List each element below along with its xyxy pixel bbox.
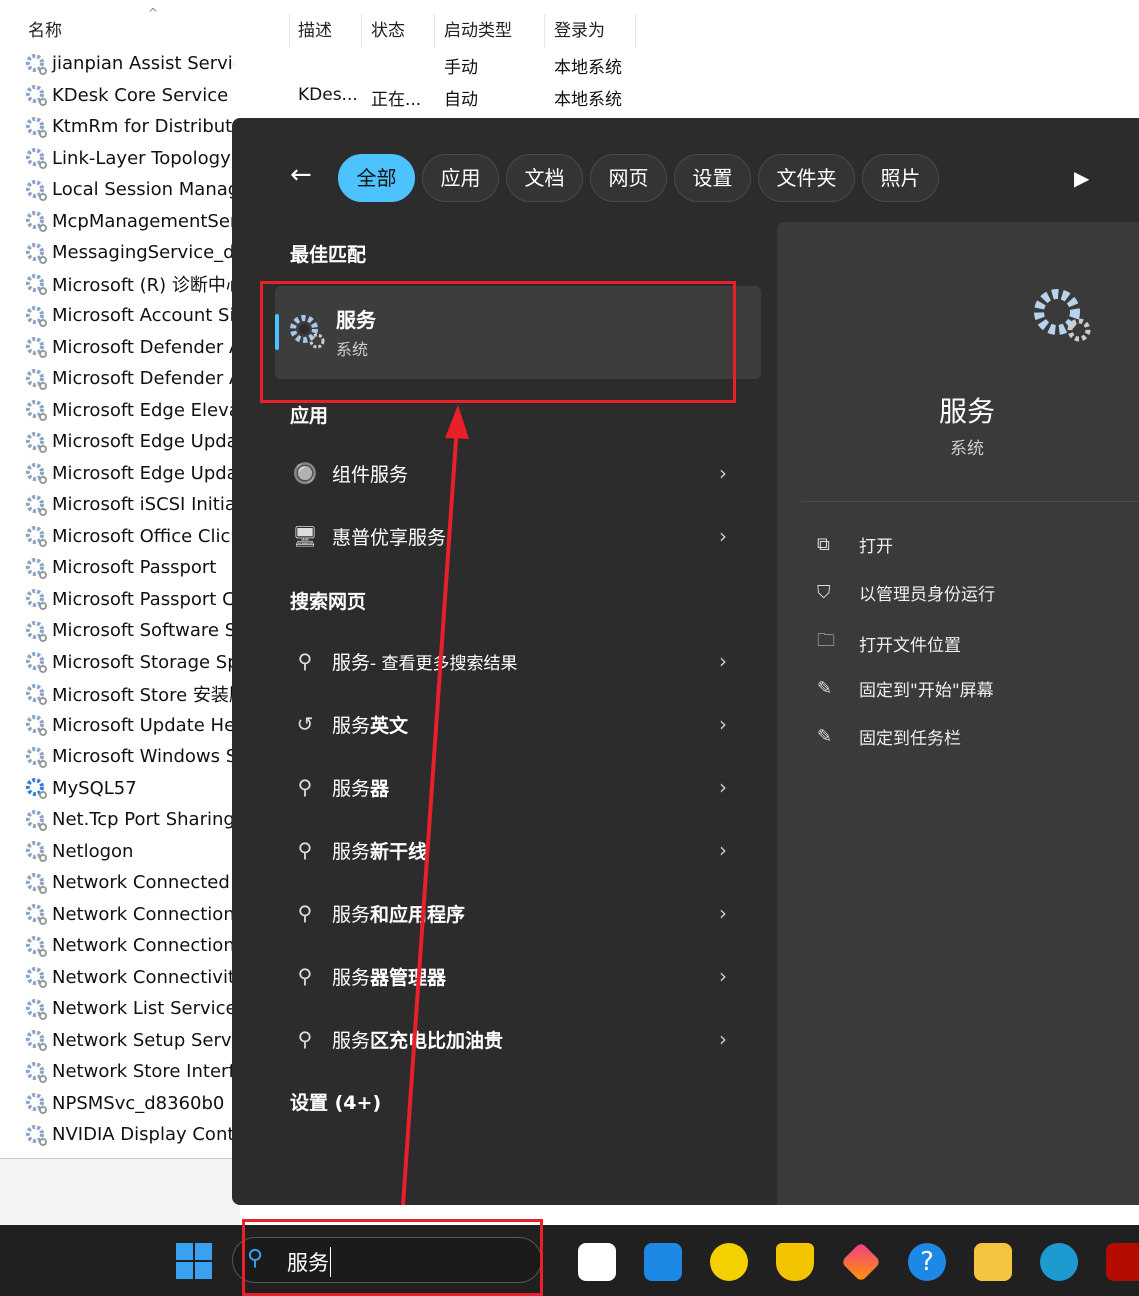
annotation-arrow (401, 405, 469, 1206)
